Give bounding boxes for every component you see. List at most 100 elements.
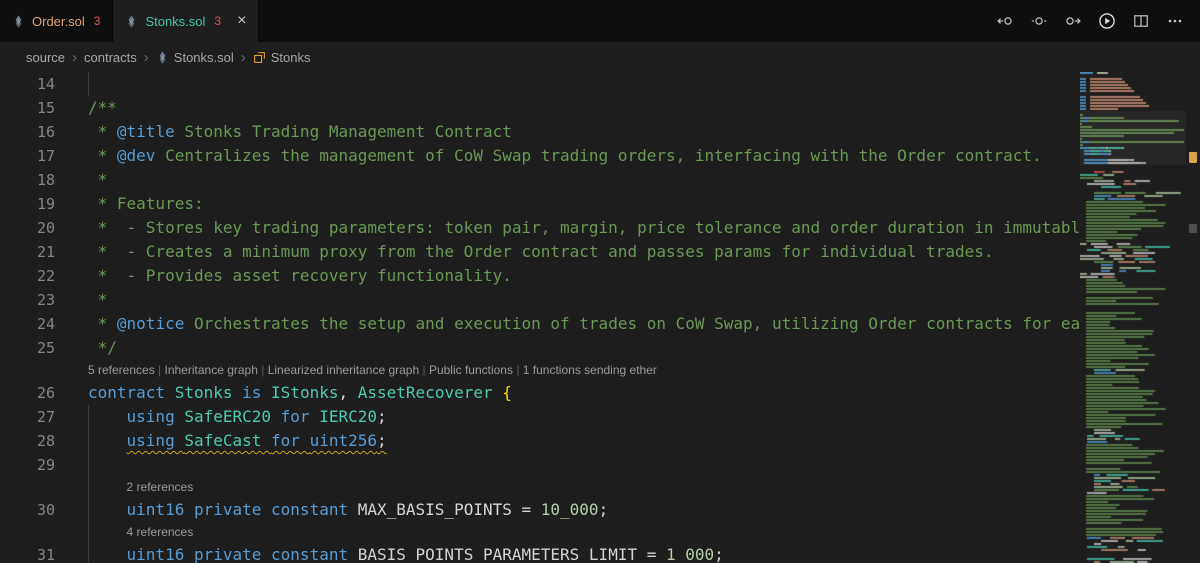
solidity-icon [159, 50, 166, 64]
tab-problem-badge: 3 [214, 14, 222, 28]
more-actions-button[interactable] [1164, 10, 1186, 32]
tab-problem-badge: 3 [93, 14, 101, 28]
code-line-28[interactable]: 28 using SafeCast for uint256; [0, 429, 1200, 453]
line-number: 22 [36, 267, 55, 285]
open-previous-change-button[interactable] [994, 10, 1016, 32]
code-line-25[interactable]: 25 */ [0, 336, 1200, 360]
code-content: * @notice Orchestrates the setup and exe… [88, 314, 1167, 333]
codelens-link[interactable]: Public functions [429, 363, 513, 377]
run-or-debug-button[interactable] [1096, 10, 1118, 32]
line-number: 25 [36, 339, 55, 357]
close-tab-icon[interactable]: × [237, 13, 246, 29]
tab-order-sol[interactable]: Order.sol 3 [0, 0, 114, 42]
breadcrumb-label: source [26, 49, 66, 65]
code-line-24[interactable]: 24 * @notice Orchestrates the setup and … [0, 312, 1200, 336]
codelens-separator: | [419, 363, 429, 377]
line-number: 26 [36, 384, 55, 402]
code-content: * - Stores key trading parameters: token… [88, 218, 1200, 237]
code-line-19[interactable]: 19 * Features: [0, 192, 1200, 216]
code-content: uint16 private constant BASIS_POINTS_PAR… [126, 545, 724, 563]
code-area: 14 15 /** 16 * @title Stonks Trading Manage… [0, 72, 1200, 563]
tab-stonks-sol[interactable]: Stonks.sol 3 × [113, 0, 260, 42]
code-line-21[interactable]: 21 * - Creates a minimum proxy from the … [0, 240, 1200, 264]
scroll-marker [1189, 224, 1197, 233]
indent-guide [88, 477, 89, 498]
codelens-separator: | [257, 363, 268, 377]
code-content: * - Creates a minimum proxy from the Ord… [88, 242, 994, 261]
breadcrumb-item-stonks-sol[interactable]: Stonks.sol [156, 50, 234, 65]
code-content: /** [88, 98, 117, 117]
breadcrumb-separator: › [143, 48, 149, 66]
codelens-link[interactable]: Inheritance graph [165, 363, 258, 377]
tab-bar: Order.sol 3 Stonks.sol 3 × [0, 0, 1200, 42]
line-number: 29 [36, 456, 55, 474]
code-line-17[interactable]: 17 * @dev Centralizes the management of … [0, 144, 1200, 168]
indent-guide [88, 522, 89, 543]
line-number: 28 [36, 432, 55, 450]
solidity-icon [15, 14, 22, 28]
split-editor-button[interactable] [1130, 10, 1152, 32]
solidity-icon [129, 14, 135, 28]
code-content [55, 453, 88, 477]
breadcrumb-item-contracts[interactable]: contracts [84, 50, 137, 65]
minimap-canvas [1080, 72, 1186, 563]
codelens-link[interactable]: 2 references [127, 480, 194, 494]
code-content: contract Stonks is IStonks, AssetRecover… [88, 383, 512, 402]
breadcrumb-item-source[interactable]: source [26, 50, 65, 65]
code-content: using SafeCast for uint256; [126, 431, 387, 450]
code-line-31[interactable]: 31 uint16 private constant BASIS_POINTS_… [0, 543, 1200, 563]
code-content: * Features: [88, 194, 204, 213]
code-line-29[interactable]: 29 [0, 453, 1200, 477]
breadcrumb-item-stonks[interactable]: Stonks [253, 50, 311, 65]
code-content: * [88, 290, 108, 309]
line-number: 16 [36, 123, 55, 141]
breadcrumb-separator: › [240, 48, 246, 66]
breadcrumb-label: contracts [84, 49, 137, 65]
code-content [55, 72, 88, 96]
breadcrumb: source › contracts › Stonks.sol › Stonks [0, 42, 1200, 72]
code-line-14[interactable]: 14 [0, 72, 1200, 96]
codelens-link[interactable]: 5 references [88, 363, 155, 377]
symbol-class-icon [253, 51, 265, 63]
code-content: using SafeERC20 for IERC20; [126, 407, 387, 426]
line-number: 19 [36, 195, 55, 213]
line-number: 17 [36, 147, 55, 165]
breadcrumb-label: Stonks [270, 49, 311, 65]
code-line-27[interactable]: 27 using SafeERC20 for IERC20; [0, 405, 1200, 429]
line-number: 23 [36, 291, 55, 309]
indent-guide [88, 453, 89, 477]
code-content: * @title Stonks Trading Management Contr… [88, 122, 512, 141]
indent-guide [88, 429, 89, 453]
codelens-link[interactable]: 1 functions sending ether [523, 363, 657, 377]
code-line-18[interactable]: 18 * [0, 168, 1200, 192]
minimap[interactable] [1080, 72, 1186, 563]
tab-label: Order.sol [32, 13, 85, 29]
line-number: 27 [36, 408, 55, 426]
code-content: uint16 private constant MAX_BASIS_POINTS… [126, 500, 609, 519]
line-number: 15 [36, 99, 55, 117]
code-line-26[interactable]: 26 contract Stonks is IStonks, AssetRecov… [0, 381, 1200, 405]
tab-label: Stonks.sol [145, 13, 206, 29]
editor[interactable]: 14 15 /** 16 * @title Stonks Trading Manage… [0, 72, 1200, 563]
open-next-change-button[interactable] [1062, 10, 1084, 32]
code-line-15[interactable]: 15 /** [0, 96, 1200, 120]
code-line-30[interactable]: 30 uint16 private constant MAX_BASIS_POI… [0, 498, 1200, 522]
editor-actions [980, 0, 1200, 42]
vscode-window: Order.sol 3 Stonks.sol 3 × source › contracts ›… [0, 0, 1200, 563]
warning-marker [1189, 152, 1197, 163]
code-content: */ [88, 338, 117, 357]
code-line-16[interactable]: 16 * @title Stonks Trading Management Co… [0, 120, 1200, 144]
code-content: * @dev Centralizes the management of CoW… [88, 146, 1042, 165]
open-change-button[interactable] [1028, 10, 1050, 32]
indent-guide [88, 498, 89, 522]
codelens-link[interactable]: Linearized inheritance graph [268, 363, 419, 377]
codelens-link[interactable]: 4 references [127, 525, 194, 539]
codelens-separator: | [154, 363, 165, 377]
indent-guide [88, 405, 89, 429]
code-line-20[interactable]: 20 * - Stores key trading parameters: to… [0, 216, 1200, 240]
overview-ruler[interactable] [1186, 72, 1200, 563]
breadcrumb-separator: › [72, 48, 78, 66]
line-number: 20 [36, 219, 55, 237]
code-line-23[interactable]: 23 * [0, 288, 1200, 312]
code-line-22[interactable]: 22 * - Provides asset recovery functiona… [0, 264, 1200, 288]
